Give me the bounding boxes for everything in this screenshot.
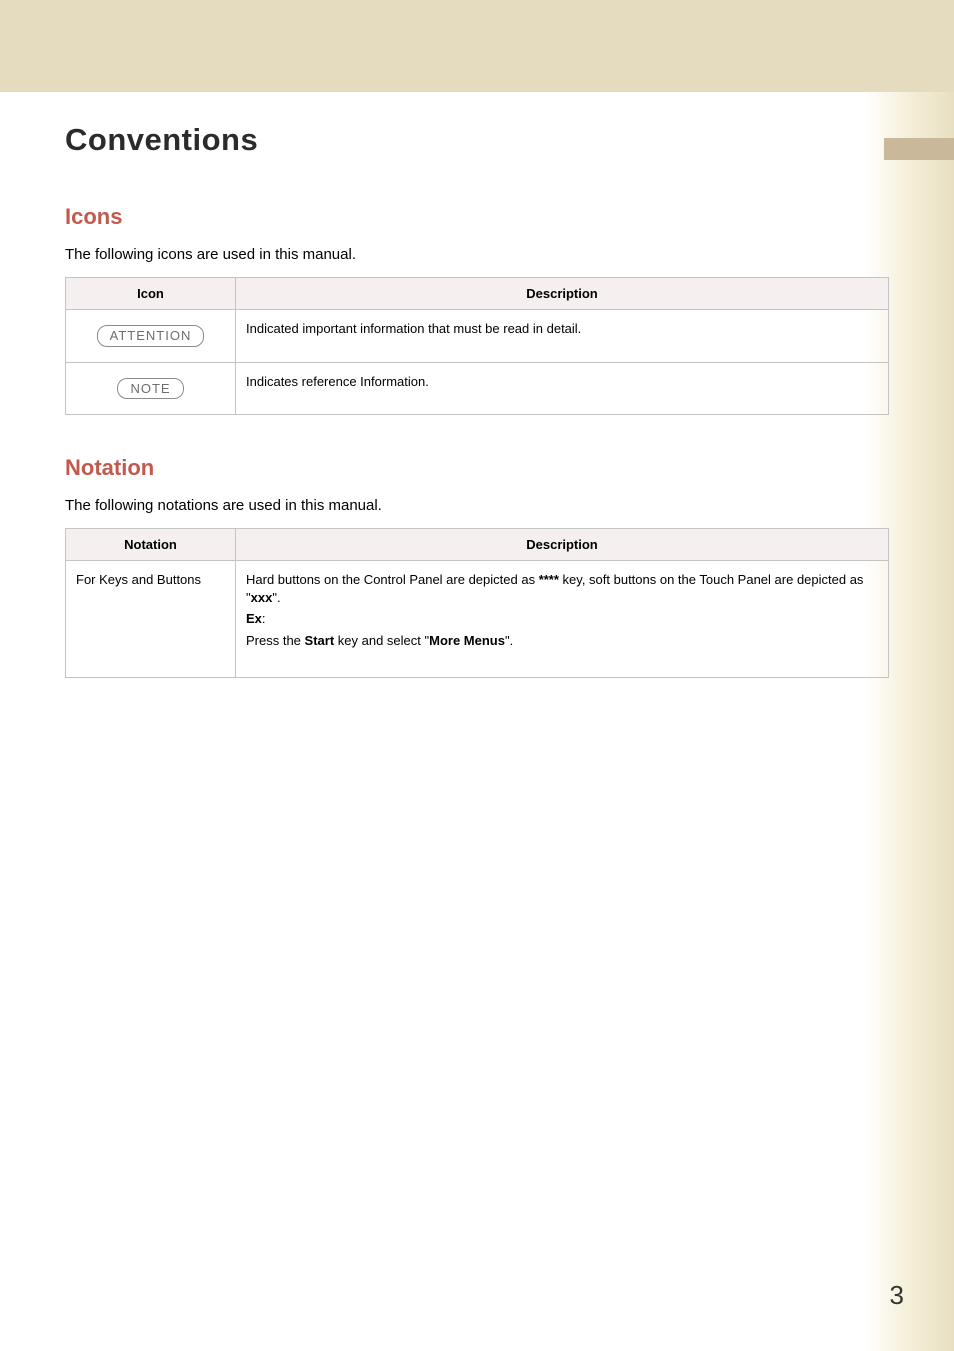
notation-cell-label: For Keys and Buttons [66, 561, 236, 678]
section-intro-notation: The following notations are used in this… [65, 497, 889, 514]
notation-cell-description: Hard buttons on the Control Panel are de… [236, 561, 889, 678]
ex-colon: : [262, 611, 266, 626]
icons-table: Icon Description ATTENTION Indicated imp… [65, 277, 889, 415]
table-header-row: Icon Description [66, 278, 889, 310]
notation-table: Notation Description For Keys and Button… [65, 528, 889, 678]
icon-cell-note: NOTE [66, 362, 236, 415]
desc-text: ". [505, 633, 513, 648]
desc-text: ". [272, 590, 280, 605]
page-content: Conventions Icons The following icons ar… [0, 92, 954, 678]
desc-bold: More Menus [429, 633, 505, 648]
icon-description: Indicated important information that mus… [236, 310, 889, 363]
desc-text: Hard buttons on the Control Panel are de… [246, 572, 539, 587]
desc-bold: Start [305, 633, 335, 648]
page-title: Conventions [65, 122, 889, 158]
table-row: ATTENTION Indicated important informatio… [66, 310, 889, 363]
note-icon: NOTE [117, 378, 183, 400]
notation-header-description: Description [236, 529, 889, 561]
icon-description: Indicates reference Information. [236, 362, 889, 415]
desc-text: key and select " [334, 633, 429, 648]
table-row: NOTE Indicates reference Information. [66, 362, 889, 415]
ex-label: Ex [246, 611, 262, 626]
icons-header-description: Description [236, 278, 889, 310]
desc-bold: xxx [251, 590, 273, 605]
desc-bold: **** [539, 572, 559, 587]
section-heading-icons: Icons [65, 204, 889, 230]
table-row: For Keys and Buttons Hard buttons on the… [66, 561, 889, 678]
table-header-row: Notation Description [66, 529, 889, 561]
icons-header-icon: Icon [66, 278, 236, 310]
page-number: 3 [890, 1280, 904, 1311]
notation-header-notation: Notation [66, 529, 236, 561]
section-heading-notation: Notation [65, 455, 889, 481]
desc-text: Press the [246, 633, 305, 648]
icon-cell-attention: ATTENTION [66, 310, 236, 363]
header-band [0, 0, 954, 92]
section-intro-icons: The following icons are used in this man… [65, 246, 889, 263]
attention-icon: ATTENTION [97, 325, 205, 347]
